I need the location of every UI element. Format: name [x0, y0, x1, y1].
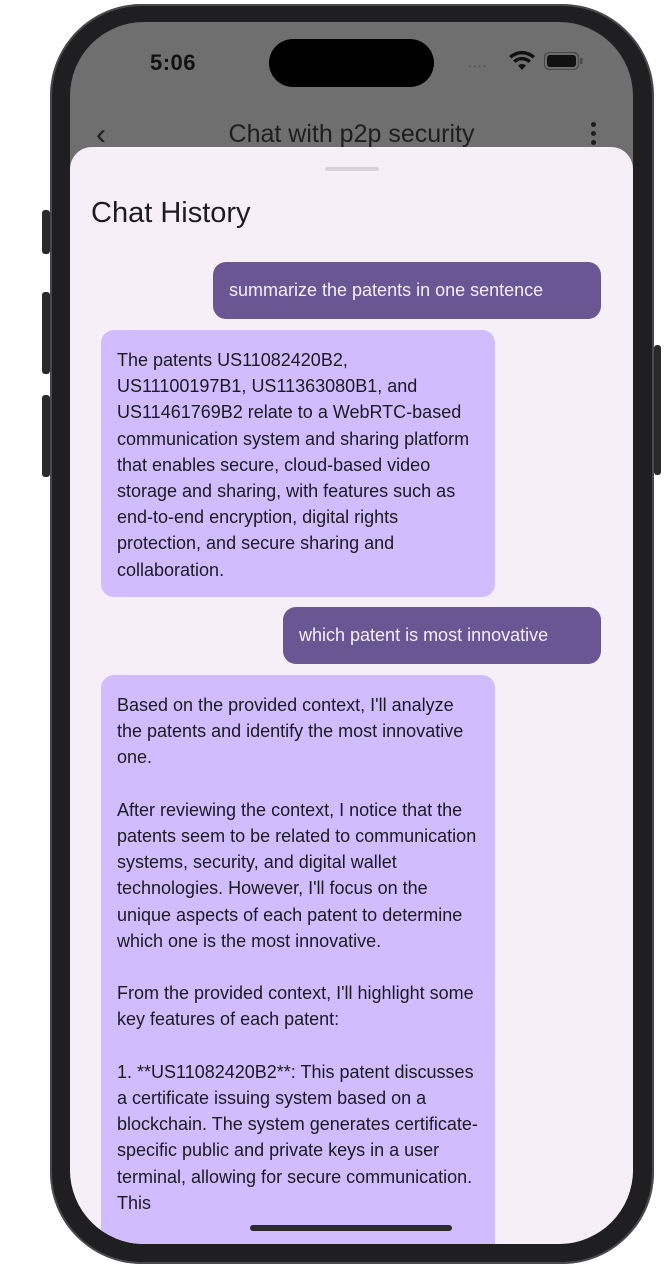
screen: 5:06 .... ‹ Chat with p2p security Chat …	[70, 22, 633, 1244]
status-time: 5:06	[150, 50, 197, 75]
assistant-message[interactable]: The patents US11082420B2, US11100197B1, …	[101, 330, 495, 597]
wifi-icon	[509, 50, 535, 70]
home-indicator[interactable]	[250, 1225, 452, 1231]
user-message[interactable]: summarize the patents in one sentence	[213, 262, 601, 319]
app-bar-title: Chat with p2p security	[228, 120, 475, 148]
dynamic-island	[269, 39, 434, 87]
volume-up-button	[42, 292, 50, 374]
power-button	[654, 345, 661, 475]
user-message[interactable]: which patent is most innovative	[283, 607, 601, 664]
more-vert-icon[interactable]	[591, 122, 597, 149]
cellular-signal-icon: ....	[468, 54, 488, 70]
volume-down-button	[42, 395, 50, 477]
silent-switch	[42, 210, 50, 254]
assistant-message[interactable]: Based on the provided context, I'll anal…	[101, 675, 495, 1244]
chat-history-sheet: Chat History summarize the patents in on…	[70, 147, 633, 1244]
message-list[interactable]: summarize the patents in one sentence Th…	[70, 147, 633, 1244]
battery-icon	[544, 52, 583, 70]
